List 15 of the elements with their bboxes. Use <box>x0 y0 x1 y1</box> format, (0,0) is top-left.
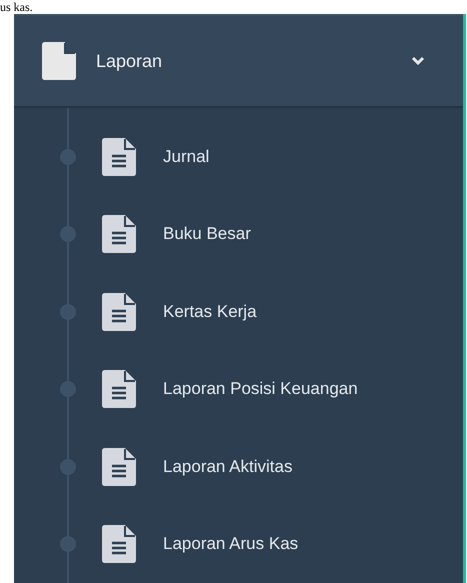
document-icon <box>102 215 136 254</box>
menu-item[interactable]: Kertas Kerja <box>102 292 257 331</box>
menu-item[interactable]: Laporan Aktivitas <box>102 448 292 486</box>
document-icon <box>102 292 136 331</box>
file-icon <box>42 42 76 80</box>
menu-item[interactable]: Laporan Posisi Keuangan <box>102 370 358 408</box>
menu-item[interactable]: Buku Besar <box>102 215 251 254</box>
document-icon <box>102 370 136 408</box>
body-text: us kas. <box>0 0 33 14</box>
document-icon <box>102 525 136 564</box>
menu-item[interactable]: Jurnal <box>102 138 210 176</box>
menu-item[interactable]: Laporan Arus Kas <box>102 525 298 564</box>
document-icon <box>102 138 136 176</box>
menu-header[interactable]: Laporan <box>14 14 463 108</box>
document-icon <box>102 448 136 486</box>
